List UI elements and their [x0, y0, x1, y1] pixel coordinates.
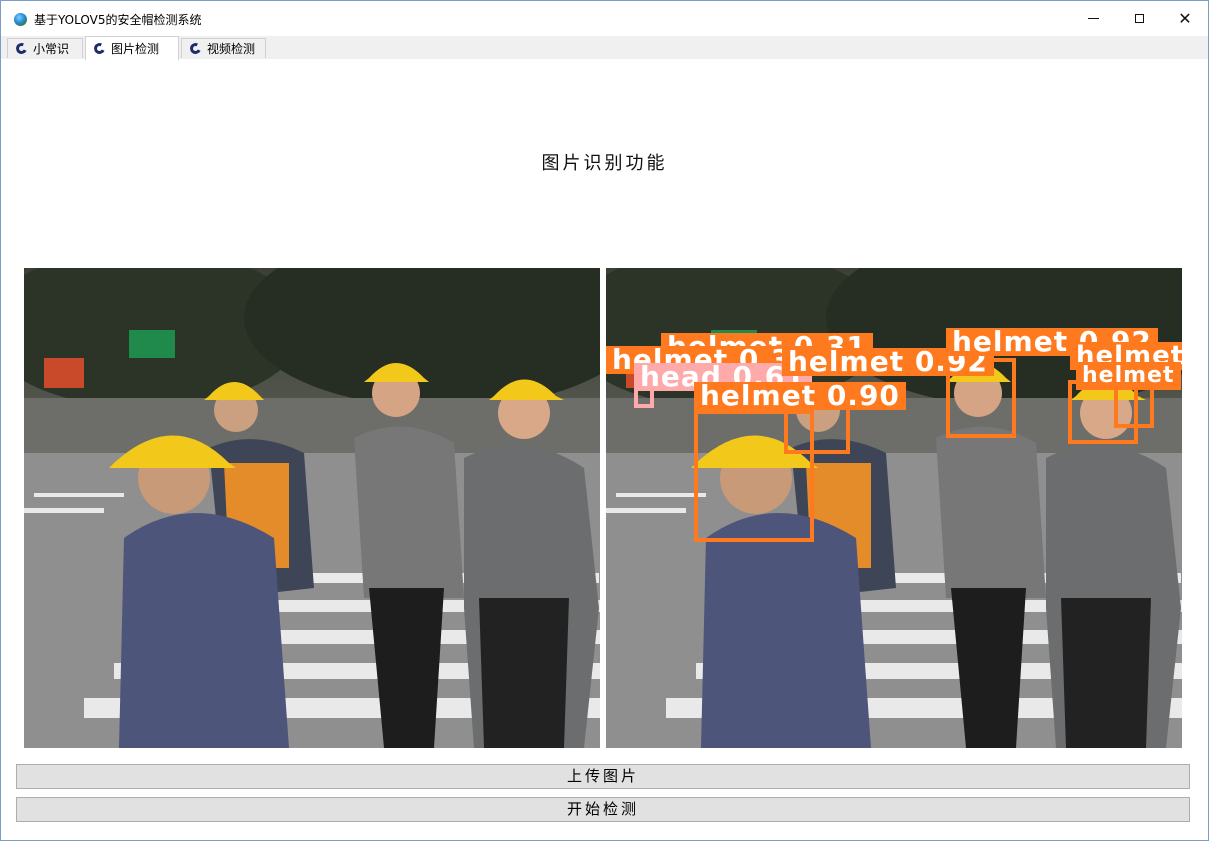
c-logo-icon: [188, 41, 203, 56]
page-title: 图片识别功能: [541, 153, 668, 174]
tab-content: 图片识别功能 0.31 helmet 0.32 head 0.61 helmet…: [1, 59, 1208, 840]
window-title: 基于YOLOV5的安全帽检测系统: [34, 13, 202, 27]
street-scene-illustration: [24, 268, 600, 748]
tab-image-detection[interactable]: 图片检测: [85, 36, 179, 60]
tab-label: 视频检测: [207, 42, 256, 56]
app-window: 基于YOLOV5的安全帽检测系统 ✕ 小常识 图片检测 视频检测 图片识别功能: [0, 0, 1209, 841]
c-logo-icon: [14, 41, 29, 56]
minimize-icon: [1087, 18, 1099, 19]
upload-image-button[interactable]: 上传图片: [16, 764, 1190, 789]
detection-label: helmet: [1076, 362, 1181, 390]
maximize-button[interactable]: [1116, 1, 1162, 36]
start-detection-button[interactable]: 开始检测: [16, 797, 1190, 822]
tab-bar: 小常识 图片检测 视频检测: [1, 36, 1208, 60]
close-button[interactable]: ✕: [1162, 1, 1208, 36]
tab-label: 小常识: [33, 42, 70, 56]
maximize-icon: [1134, 14, 1144, 23]
minimize-button[interactable]: [1070, 1, 1116, 36]
globe-icon: [14, 13, 27, 26]
original-image: [24, 268, 600, 748]
tab-video-detection[interactable]: 视频检测: [181, 38, 266, 58]
tab-label: 图片检测: [111, 42, 160, 56]
detection-result-image: helmet 0.31 helmet 0.32 head 0.61 helmet…: [606, 268, 1182, 748]
tab-tips[interactable]: 小常识: [7, 38, 83, 58]
detection-label: helmet 0.90: [694, 382, 906, 410]
c-logo-icon: [92, 41, 107, 56]
title-bar[interactable]: 基于YOLOV5的安全帽检测系统 ✕: [1, 1, 1208, 36]
close-icon: ✕: [1178, 8, 1192, 28]
